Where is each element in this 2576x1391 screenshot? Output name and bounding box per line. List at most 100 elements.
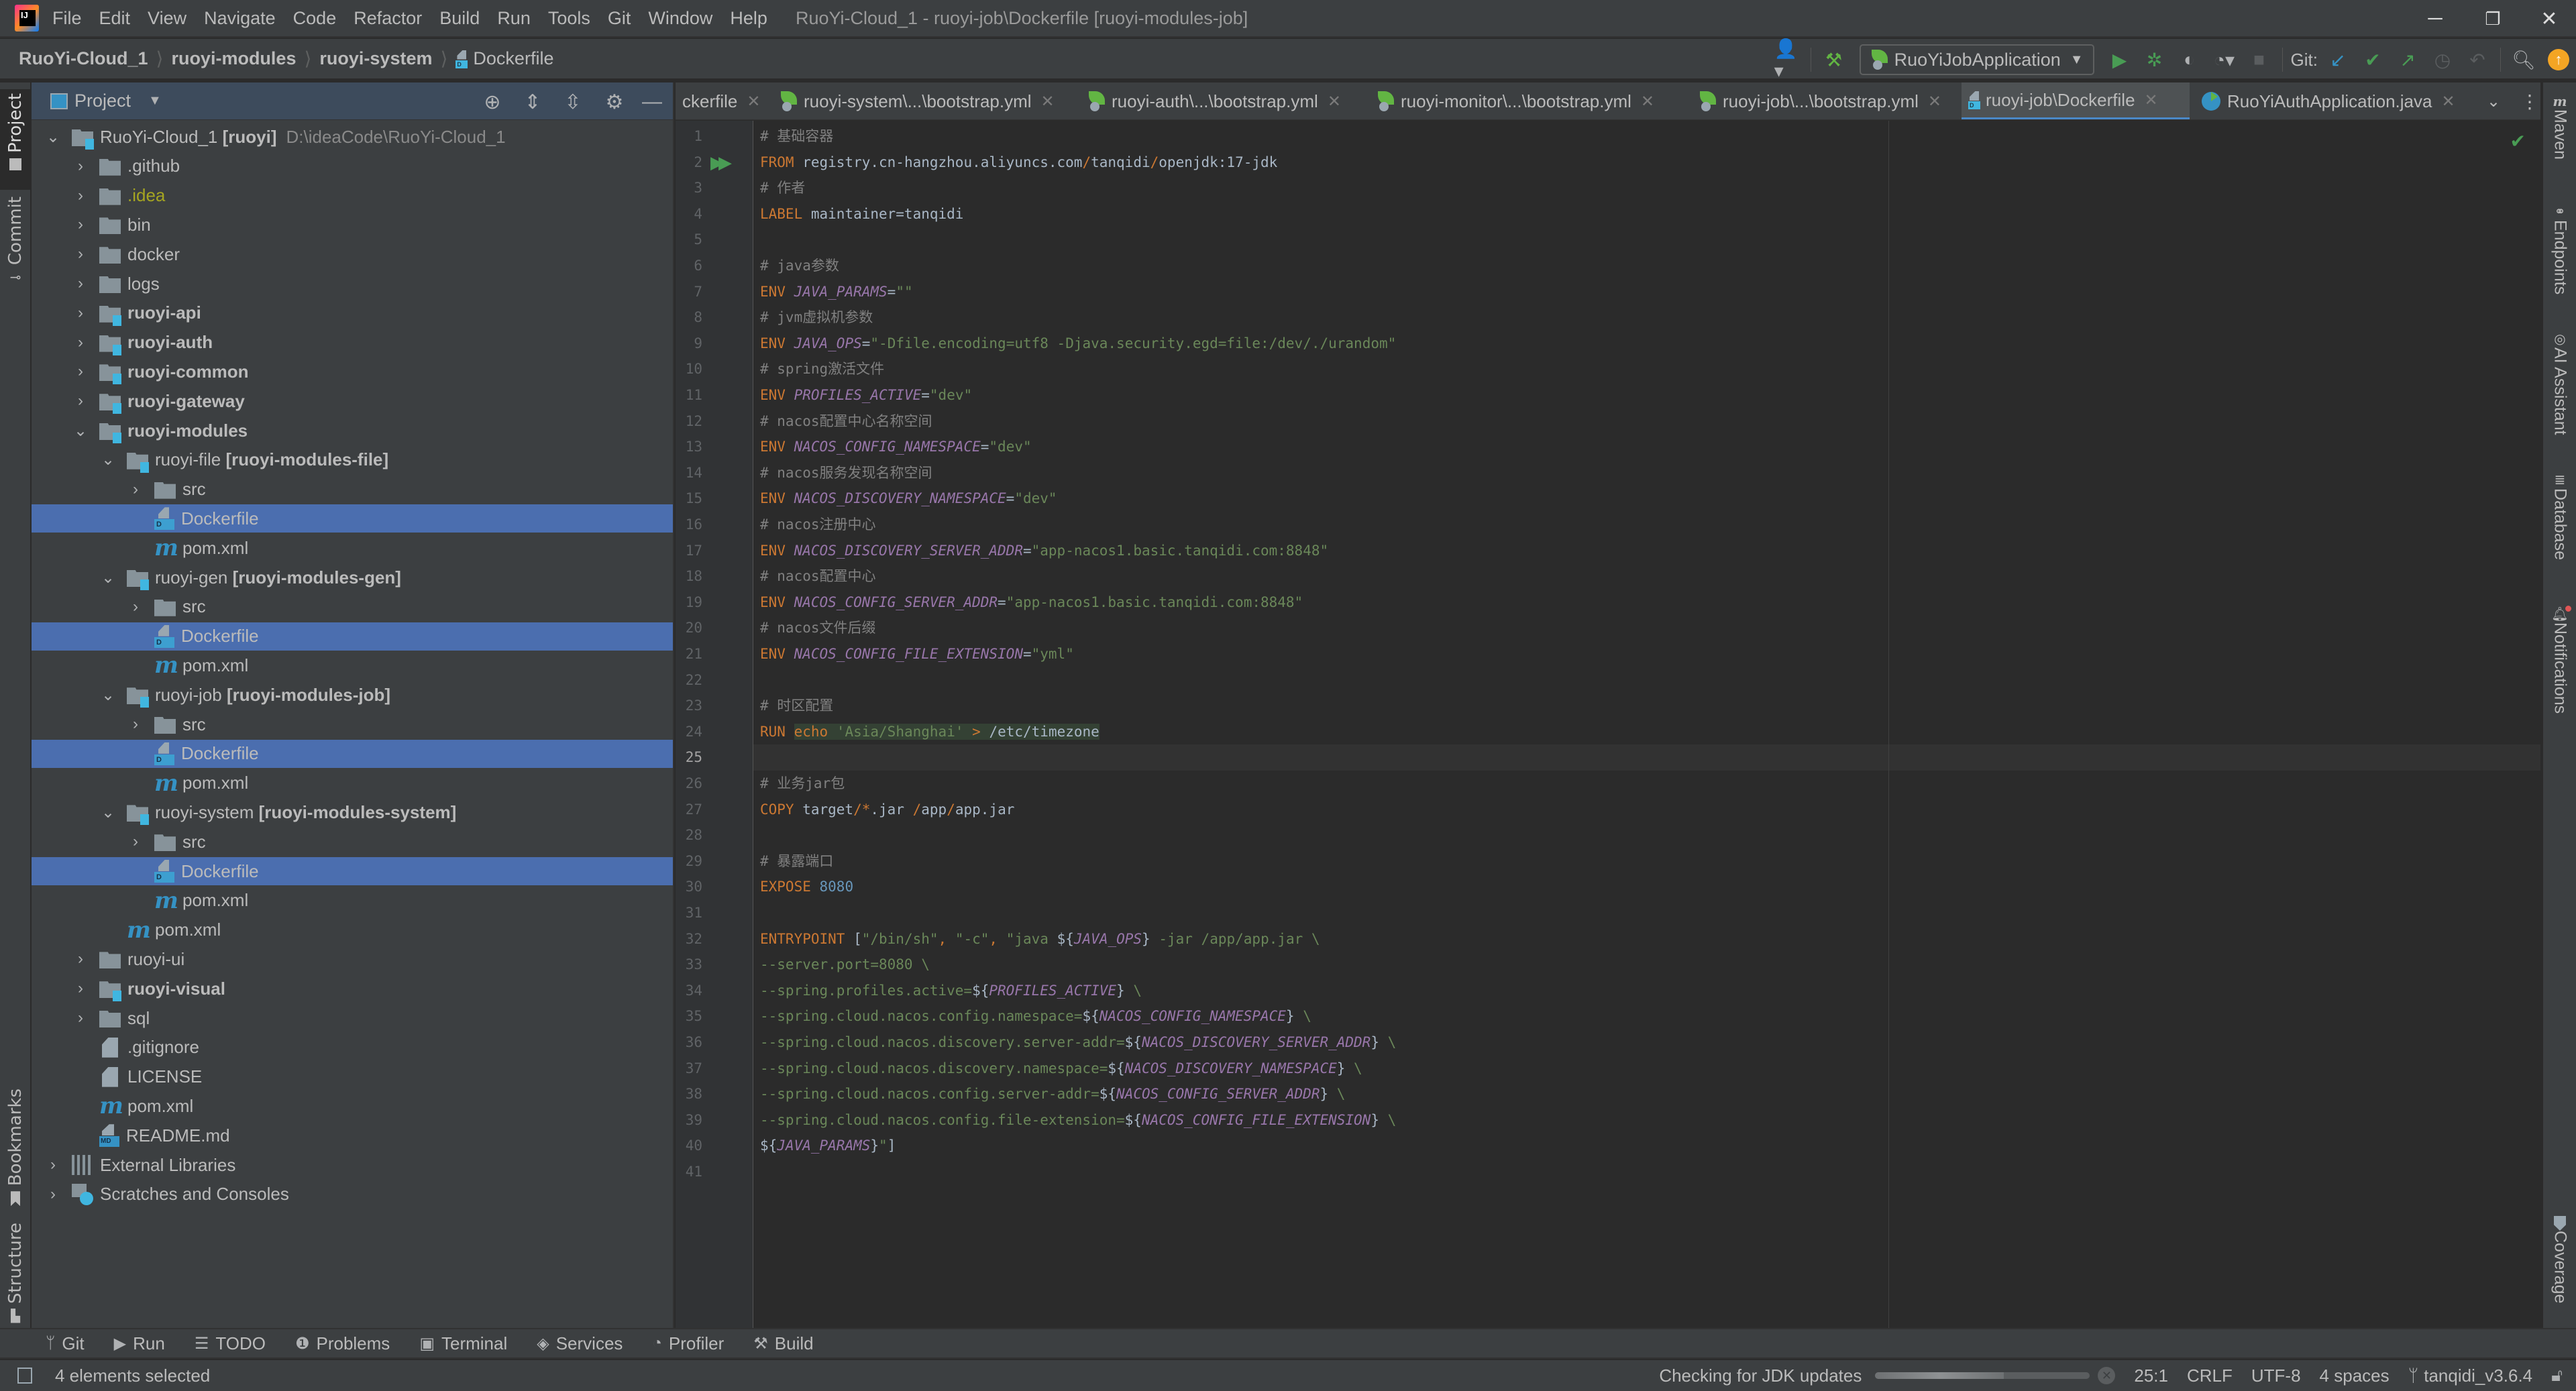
menu-tools[interactable]: Tools [548,8,590,29]
chevron-right-icon[interactable]: › [72,1009,89,1027]
tool-tab-database[interactable]: ≣ Database [2543,471,2576,560]
editor-tab[interactable]: ruoyi-job\...\bootstrap.yml ✕ [1692,82,1948,119]
show-hidden-tabs-button[interactable]: ⌄ [2480,82,2507,119]
tree-item[interactable]: m pom.xml [32,769,673,797]
breadcrumb-file[interactable]: Dockerfile [473,48,553,69]
tool-tab-structure[interactable]: Structure ▙ [0,1223,31,1323]
close-window-button[interactable]: ✕ [2522,0,2576,38]
search-icon[interactable]: 🔍︎ [2510,46,2537,73]
chevron-right-icon[interactable]: › [45,1156,61,1174]
chevron-right-icon[interactable]: › [127,598,144,616]
tree-item[interactable]: › .idea [32,182,673,210]
git-rollback-icon[interactable]: ↶ [2464,46,2491,73]
cancel-task-icon[interactable]: ✕ [2098,1367,2116,1384]
no-problems-check-icon[interactable]: ✔ [2510,130,2526,152]
coverage-run-icon[interactable]: ◐ [2176,46,2203,73]
update-available-icon[interactable]: ↑ [2545,46,2572,73]
debug-icon[interactable]: ✲ [2141,46,2168,73]
menu-help[interactable]: Help [730,8,767,29]
chevron-right-icon[interactable]: › [72,186,89,205]
git-history-icon[interactable]: ◷ [2429,46,2456,73]
profiler-run-icon[interactable]: ◔▾ [2211,46,2238,73]
close-icon[interactable]: ✕ [1328,92,1341,111]
breadcrumb-submodule[interactable]: ruoyi-system [319,48,432,69]
editor-tab[interactable]: ruoyi-auth\...\bootstrap.yml ✕ [1081,82,1348,119]
chevron-right-icon[interactable]: › [45,1185,61,1204]
chevron-down-icon[interactable]: ⌄ [72,421,89,441]
chevron-right-icon[interactable]: › [72,392,89,410]
tool-tab-notifications[interactable]: 🔔︎ Notifications [2543,606,2576,714]
breadcrumb-project[interactable]: RuoYi-Cloud_1 [19,48,148,69]
close-icon[interactable]: ✕ [2145,91,2158,110]
menu-edit[interactable]: Edit [99,8,131,29]
editor-tab[interactable]: ruoyi-system\...\bootstrap.yml ✕ [773,82,1061,119]
tree-item[interactable]: m pom.xml [32,1092,673,1120]
tree-item[interactable]: ⌄ ruoyi-file [ruoyi-modules-file] [32,446,673,474]
toggle-tool-windows-icon[interactable] [17,1368,32,1384]
tool-tab-coverage[interactable]: Coverage [2543,1216,2576,1303]
gear-icon[interactable]: ⚙ [602,89,627,115]
tree-item[interactable]: ⌄ ruoyi-system [ruoyi-modules-system] [32,798,673,826]
code-editor[interactable]: 1 2 ▶▶ 3 4 5 6 7 8 9 10 11 12 13 14 15 16 17 18 19 20 21 22 23 2… [676,121,2540,1328]
tool-tab-services[interactable]: ◈ Services [537,1333,623,1354]
chevron-right-icon[interactable]: › [127,480,144,499]
tree-item[interactable]: LICENSE [32,1063,673,1091]
chevron-right-icon[interactable]: › [127,832,144,851]
tree-item[interactable]: › sql [32,1004,673,1032]
tree-item[interactable]: › .github [32,152,673,180]
chevron-down-icon[interactable]: ⌄ [100,803,116,822]
indent-setting[interactable]: 4 spaces [2320,1366,2390,1386]
tool-tab-todo[interactable]: ☰ TODO [195,1333,266,1354]
tree-item[interactable]: › src [32,828,673,856]
build-hammer-icon[interactable]: ⚒ [1821,46,1847,73]
close-icon[interactable]: ✕ [1641,92,1654,111]
tree-item[interactable]: D Dockerfile [32,622,673,651]
editor-tab[interactable]: ckerfile ✕ [676,82,767,119]
run-configuration-selector[interactable]: RuoYiJobApplication ▼ [1859,44,2094,75]
chevron-right-icon[interactable]: › [72,950,89,968]
tool-tab-ai-assistant[interactable]: ◎ AI Assistant [2543,331,2576,435]
menu-file[interactable]: File [52,8,82,29]
tree-item[interactable]: m pom.xml [32,916,673,944]
project-view-selector[interactable]: Project [74,91,131,111]
tree-item[interactable]: D Dockerfile [32,857,673,885]
menu-navigate[interactable]: Navigate [204,8,276,29]
tool-tab-profiler[interactable]: ◔ Profiler [652,1333,724,1354]
tool-tab-build[interactable]: ⚒ Build [753,1333,813,1354]
editor-tab[interactable]: ruoyi-monitor\...\bootstrap.yml ✕ [1370,82,1661,119]
tree-item[interactable]: ⌄ ruoyi-modules [32,416,673,445]
tree-item[interactable]: ⌄ RuoYi-Cloud_1 [ruoyi] D:\ideaCode\RuoYi-… [32,123,673,151]
tree-item[interactable]: › ruoyi-auth [32,329,673,357]
close-icon[interactable]: ✕ [747,92,760,111]
tree-item[interactable]: › src [32,710,673,738]
chevron-down-icon[interactable]: ⌄ [100,450,116,469]
tool-tab-commit[interactable]: Commit ⊸ [0,197,31,286]
tool-tab-problems[interactable]: ❶ Problems [295,1333,390,1354]
collapse-all-icon[interactable]: ⇳ [560,89,586,115]
tree-item[interactable]: › logs [32,270,673,298]
expand-all-icon[interactable]: ⇕ [520,89,545,115]
close-icon[interactable]: ✕ [1041,92,1055,111]
close-icon[interactable]: ✕ [1928,92,1941,111]
run-icon[interactable]: ▶ [2106,46,2133,73]
line-separator[interactable]: CRLF [2187,1366,2233,1386]
minimize-button[interactable]: ─ [2408,0,2462,38]
chevron-down-icon[interactable]: ⌄ [45,127,61,147]
chevron-right-icon[interactable]: › [72,362,89,381]
editor-tab[interactable]: RuoYiAuthApplication.java ✕ [2195,82,2462,119]
tree-item[interactable]: › Scratches and Consoles [32,1180,673,1209]
run-docker-gutter-icon[interactable]: ▶▶ [710,152,732,173]
tool-tab-endpoints[interactable]: ⚭ Endpoints [2543,203,2576,294]
chevron-right-icon[interactable]: › [72,333,89,352]
menu-code[interactable]: Code [293,8,337,29]
chevron-right-icon[interactable]: › [72,157,89,176]
caret-position[interactable]: 25:1 [2134,1366,2168,1386]
tree-item[interactable]: › ruoyi-visual [32,975,673,1003]
file-encoding[interactable]: UTF-8 [2251,1366,2301,1386]
tree-item[interactable]: › External Libraries [32,1151,673,1179]
git-push-icon[interactable]: ↗ [2394,46,2421,73]
tree-item[interactable]: D Dockerfile [32,504,673,533]
tree-item[interactable]: m pom.xml [32,651,673,679]
tool-tab-run[interactable]: ▶ Run [114,1333,165,1354]
tree-item[interactable]: › bin [32,211,673,239]
